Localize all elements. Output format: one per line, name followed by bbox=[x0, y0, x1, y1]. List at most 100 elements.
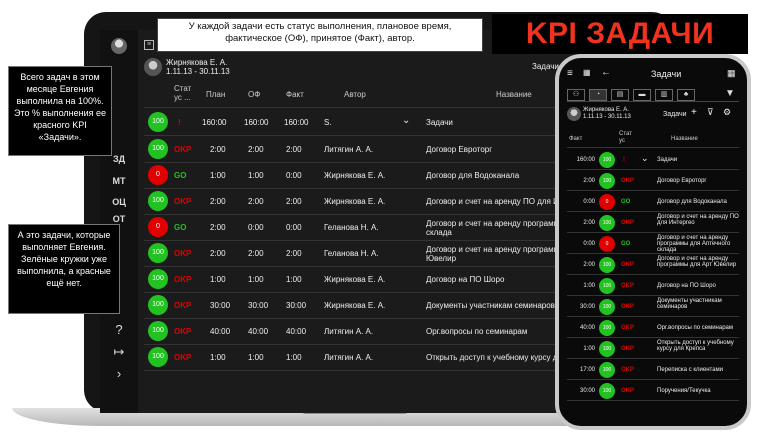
cell-of: 160:00 bbox=[244, 118, 269, 127]
warning-mark: ! bbox=[178, 118, 181, 127]
back-arrow-icon[interactable]: ← bbox=[601, 67, 611, 78]
cell-plan: 2:00 bbox=[210, 197, 226, 206]
percent-badge: 100 bbox=[599, 299, 615, 315]
nav-ot[interactable]: ОТ bbox=[100, 214, 138, 224]
dropdown-triangle-icon[interactable]: ▼ bbox=[721, 89, 739, 101]
table-row[interactable]: 0:00 0 GO Договор для Водоканала bbox=[567, 192, 739, 212]
user-period: 1.11.13 - 30.11.13 bbox=[583, 114, 631, 120]
cell-fact: 40:00 bbox=[286, 327, 307, 336]
status-label: OKP bbox=[621, 178, 635, 184]
cell-of: 1:00 bbox=[248, 171, 264, 180]
table-row[interactable]: 40:00 100 OKP Орг.вопросы по семинарам bbox=[567, 318, 739, 338]
table-row[interactable]: 30:00 100 OKP Поручения/Текучка bbox=[567, 381, 739, 401]
logout-icon[interactable]: ↦ bbox=[100, 344, 138, 360]
cell-plan: 160:00 bbox=[202, 118, 227, 127]
status-label: OKP bbox=[621, 304, 635, 310]
nav-mt[interactable]: МТ bbox=[100, 176, 138, 186]
col-author[interactable]: Автор bbox=[344, 90, 366, 99]
col-plan[interactable]: План bbox=[206, 90, 225, 99]
status-label: OKP bbox=[621, 283, 635, 289]
cell-name: Договор и счет на аренду программы для А… bbox=[657, 235, 731, 253]
cell-fact: 0:00 bbox=[286, 171, 302, 180]
menu-icon[interactable]: ≡ bbox=[567, 68, 573, 79]
grid-icon[interactable]: ▦ bbox=[727, 68, 736, 79]
table-row[interactable]: 2:00 100 OKP Договор и счет на аренду ПО дл… bbox=[567, 213, 739, 233]
percent-badge: 100 bbox=[148, 347, 168, 367]
tab-team-icon[interactable]: ⚇ bbox=[567, 89, 585, 101]
col-of[interactable]: ОФ bbox=[248, 90, 260, 99]
tab-tree-icon[interactable]: ♣ bbox=[677, 89, 695, 101]
filter-icon[interactable]: ⊽ bbox=[707, 108, 714, 117]
percent-badge: 100 bbox=[599, 341, 615, 357]
cell-fact: 0:00 bbox=[583, 199, 595, 205]
table-row[interactable]: 1:00 100 OKP Договор на ПО Шоро bbox=[567, 276, 739, 296]
table-row[interactable]: 2:00 100 OKP Договор и счет на аренду прогр… bbox=[567, 255, 739, 275]
cell-fact: 2:00 bbox=[583, 262, 595, 268]
tab-map-icon[interactable]: ▥ bbox=[655, 89, 673, 101]
cell-of: 0:00 bbox=[248, 223, 264, 232]
status-label: OKP bbox=[621, 388, 635, 394]
percent-badge: 100 bbox=[148, 112, 168, 132]
cell-name: Открыть доступ к учебному курсу для Креп… bbox=[657, 340, 734, 352]
cell-fact: 2:00 bbox=[286, 249, 302, 258]
phone-table-header: Факт Стат ус Название bbox=[567, 130, 739, 148]
add-icon[interactable]: + bbox=[691, 108, 697, 118]
cell-fact: 2:00 bbox=[583, 178, 595, 184]
cell-of: 1:00 bbox=[248, 353, 264, 362]
menu-icon[interactable]: ≡ bbox=[144, 40, 154, 50]
calendar-icon[interactable]: ▦ bbox=[583, 68, 591, 77]
table-row[interactable]: 17:00 100 OKP Переписка с клиентами bbox=[567, 360, 739, 380]
tab-pie-icon[interactable]: ◔ bbox=[589, 89, 607, 101]
cell-fact: 1:00 bbox=[583, 346, 595, 352]
cell-fact: 0:00 bbox=[583, 241, 595, 247]
callout-left-top: Всего задач в этом месяце Евгения выполн… bbox=[8, 66, 112, 156]
tab-card-icon[interactable]: ▬ bbox=[633, 89, 651, 101]
cell-name: Договор Евроторг bbox=[426, 145, 493, 154]
cell-author: Жирнякова Е. А. bbox=[324, 197, 386, 206]
percent-badge: 100 bbox=[148, 295, 168, 315]
status-label: GO bbox=[174, 171, 187, 180]
phone-title: Задачи bbox=[651, 69, 682, 79]
cell-author: Геланова Н. А. bbox=[324, 249, 379, 258]
nav-ots[interactable]: ОЦ bbox=[100, 197, 138, 207]
cell-author: Жирнякова Е. А. bbox=[324, 275, 386, 284]
cell-name: Орг.вопросы по семинарам bbox=[657, 325, 734, 331]
tab-doc-icon[interactable]: ▤ bbox=[611, 89, 629, 101]
percent-badge: 100 bbox=[599, 257, 615, 273]
user-name: Жирнякова Е. А. bbox=[583, 107, 629, 113]
chevron-down-icon[interactable]: ⌄ bbox=[641, 153, 649, 164]
table-row[interactable]: 30:00 100 OKP Документы участникам семинаро… bbox=[567, 297, 739, 317]
cell-of: 2:00 bbox=[248, 145, 264, 154]
col-status[interactable]: Стат ус ... bbox=[174, 84, 196, 102]
cell-name: Договор Евроторг bbox=[657, 178, 707, 184]
cell-plan: 1:00 bbox=[210, 171, 226, 180]
expand-icon[interactable]: › bbox=[100, 366, 138, 381]
table-row[interactable]: 2:00 100 OKP Договор Евроторг bbox=[567, 171, 739, 191]
cell-fact: 0:00 bbox=[286, 223, 302, 232]
gear-icon[interactable]: ⚙ bbox=[723, 108, 731, 117]
table-row[interactable]: 1:00 100 OKP Открыть доступ к учебному курс… bbox=[567, 339, 739, 359]
status-label: OKP bbox=[174, 353, 192, 362]
cell-fact: 17:00 bbox=[579, 367, 595, 373]
percent-badge: 100 bbox=[148, 191, 168, 211]
table-row[interactable]: 0:00 0 GO Договор и счет на аренду программ… bbox=[567, 234, 739, 254]
cell-name: Договор и счет на аренду ПО для Интергео bbox=[657, 214, 739, 226]
col-status[interactable]: Стат ус bbox=[619, 131, 637, 145]
percent-badge: 0 bbox=[148, 217, 168, 237]
col-fact[interactable]: Факт bbox=[569, 136, 582, 142]
status-label: OKP bbox=[174, 197, 192, 206]
percent-badge: 100 bbox=[148, 321, 168, 341]
chevron-down-icon[interactable]: ⌄ bbox=[402, 115, 410, 126]
cell-name: Переписка с клиентами bbox=[657, 367, 724, 373]
percent-badge: 100 bbox=[148, 139, 168, 159]
cell-name: Задачи bbox=[657, 157, 678, 163]
col-name[interactable]: Название bbox=[496, 90, 532, 99]
col-name[interactable]: Название bbox=[671, 136, 698, 142]
warning-mark: ! bbox=[623, 157, 625, 163]
col-fact[interactable]: Факт bbox=[286, 90, 304, 99]
phone-group-row[interactable]: 160:00 100 ! ⌄ Задачи bbox=[567, 150, 739, 170]
status-label: OKP bbox=[174, 145, 192, 154]
cell-name: Договор для Водоканала bbox=[426, 171, 520, 180]
help-icon[interactable]: ? bbox=[100, 322, 138, 337]
avatar[interactable] bbox=[111, 38, 127, 54]
